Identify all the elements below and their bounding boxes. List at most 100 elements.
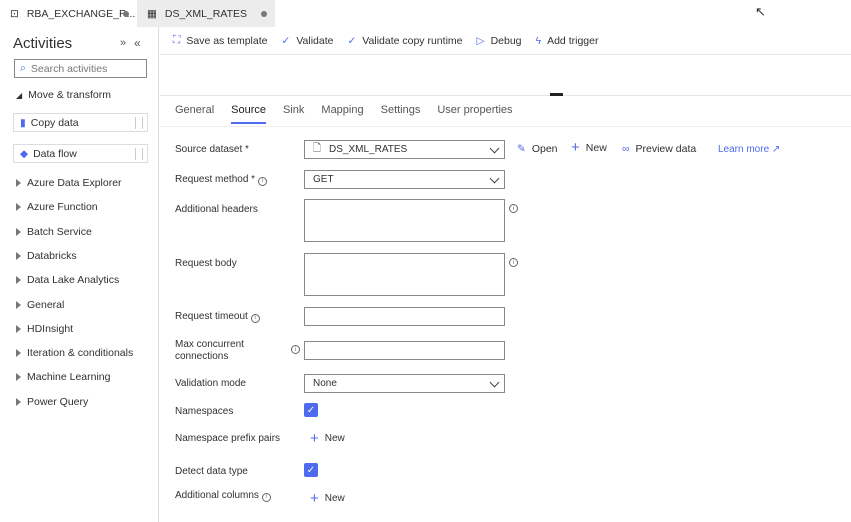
collapsed-icon [16, 373, 21, 382]
namespaces-label: Namespaces [175, 406, 234, 417]
property-tabs: General Source Sink Mapping Settings Use… [175, 104, 513, 124]
section-move-transform[interactable]: ◢ Move & transform [16, 89, 111, 101]
expanded-icon: ◢ [16, 90, 23, 100]
collapsed-icon [16, 300, 21, 309]
collapsed-icon [16, 251, 21, 260]
collapse-sidebar-icon[interactable]: « [134, 36, 141, 50]
detect-data-type-label: Detect data type [175, 466, 248, 477]
additional-headers-label: Additional headers [175, 204, 258, 215]
sidebar-item[interactable]: Batch Service [16, 226, 92, 238]
tab-dataset[interactable]: ▦ DS_XML_RATES [137, 0, 275, 27]
plus-icon: + [310, 429, 319, 447]
collapsed-icon [16, 179, 21, 187]
validate-button[interactable]: ✓ Validate [282, 35, 334, 47]
validation-mode-select[interactable]: None [304, 374, 505, 393]
ns-prefix-new-button[interactable]: + New [310, 429, 345, 447]
collapsed-icon [16, 203, 21, 212]
table-icon: ▦ [147, 7, 157, 20]
chevron-down-icon [489, 143, 500, 154]
sidebar-title: Activities [13, 35, 73, 52]
play-icon: ▷ [476, 34, 485, 47]
source-dataset-select[interactable]: 🗋 DS_XML_RATES [304, 140, 505, 159]
unsaved-dot [261, 11, 267, 17]
pipeline-icon: ⊡ [10, 7, 19, 20]
validate-copy-runtime-button[interactable]: ✓ Validate copy runtime [347, 35, 462, 47]
mouse-cursor: ↖ [755, 4, 766, 19]
sidebar-item[interactable]: Power Query [16, 396, 88, 408]
tab-sink[interactable]: Sink [283, 104, 304, 124]
check-icon: ✓ [347, 34, 357, 47]
activities-sidebar: Activities » « ⌕ Search activities ◢ Move … [0, 27, 159, 522]
template-icon: ⛶ [173, 34, 181, 46]
tab-pipeline[interactable]: ⊡ RBA_EXCHANGE_R... [0, 0, 137, 27]
namespace-prefix-label: Namespace prefix pairs [175, 433, 281, 444]
sidebar-item[interactable]: General [16, 299, 64, 311]
collapsed-icon [16, 276, 21, 285]
sidebar-item[interactable]: Data Lake Analytics [16, 274, 119, 286]
tab-user-properties[interactable]: User properties [437, 104, 512, 124]
save-as-template-button[interactable]: ⛶ Save as template [173, 34, 268, 47]
collapsed-icon [16, 227, 21, 236]
tabs-divider [160, 126, 851, 127]
tab-mapping[interactable]: Mapping [321, 104, 363, 124]
drag-handle[interactable] [135, 117, 143, 129]
tab-source[interactable]: Source [231, 104, 266, 124]
check-icon: ✓ [281, 34, 291, 47]
external-link-icon: ↗ [771, 144, 781, 155]
sidebar-item[interactable]: HDInsight [16, 323, 73, 335]
request-timeout-label: Request timeout i [175, 311, 260, 323]
collapsed-icon [16, 349, 21, 358]
collapse-all-icon[interactable]: » [120, 37, 126, 49]
activity-data-flow[interactable]: ◆ Data flow [13, 144, 148, 163]
pencil-icon: ✎ [517, 143, 526, 155]
validation-mode-label: Validation mode [175, 378, 246, 389]
search-input[interactable]: ⌕ Search activities [14, 59, 147, 78]
info-icon: i [509, 204, 518, 213]
unsaved-dot [123, 11, 129, 17]
trigger-icon: ϟ [535, 34, 542, 47]
file-icon: 🗋 [313, 143, 322, 154]
glasses-icon: ∞ [622, 143, 630, 155]
collapsed-icon [16, 324, 21, 333]
request-method-label: Request method * i [175, 174, 267, 186]
info-icon: i [250, 313, 260, 323]
additional-columns-new-button[interactable]: + New [310, 491, 345, 506]
request-timeout-input[interactable] [304, 307, 505, 326]
request-body-textarea[interactable] [304, 253, 505, 296]
sidebar-item[interactable]: Iteration & conditionals [16, 347, 133, 359]
info-icon: i [509, 258, 518, 267]
source-dataset-label: Source dataset * [175, 144, 249, 155]
sidebar-item[interactable]: Azure Data Explorer [16, 177, 122, 189]
max-concurrent-input[interactable] [304, 341, 505, 360]
additional-headers-textarea[interactable] [304, 199, 505, 242]
namespaces-checkbox[interactable]: ✓ [304, 403, 318, 417]
data-flow-icon: ◆ [20, 147, 29, 160]
preview-data-button[interactable]: ∞ Preview data [622, 143, 696, 155]
activity-copy-data[interactable]: ▮ Copy data [13, 113, 148, 132]
sidebar-item[interactable]: Databricks [16, 250, 77, 262]
request-method-select[interactable]: GET [304, 170, 505, 189]
resize-handle[interactable] [550, 93, 563, 96]
info-icon: i [291, 345, 300, 354]
detect-data-type-checkbox[interactable]: ✓ [304, 463, 318, 477]
tab-general[interactable]: General [175, 104, 214, 124]
toolbar: ⛶ Save as template ✓ Validate ✓ Validate co… [160, 27, 851, 55]
info-icon: i [261, 492, 271, 502]
learn-more-link[interactable]: Learn more ↗ [718, 144, 780, 155]
canvas-divider [160, 95, 851, 96]
drag-handle[interactable] [135, 148, 143, 160]
tab-settings[interactable]: Settings [381, 104, 421, 124]
add-trigger-button[interactable]: ϟ Add trigger [536, 35, 599, 47]
new-dataset-button[interactable]: + New [571, 139, 607, 156]
sidebar-item[interactable]: Azure Function [16, 201, 98, 213]
tab-bar: ⊡ RBA_EXCHANGE_R... ▦ DS_XML_RATES [0, 0, 851, 27]
request-body-label: Request body [175, 258, 237, 269]
open-button[interactable]: ✎ Open [517, 143, 558, 155]
collapsed-icon [16, 397, 21, 406]
copy-data-icon: ▮ [20, 116, 26, 129]
max-concurrent-label: Max concurrent connections [175, 339, 244, 362]
chevron-down-icon [489, 173, 500, 184]
plus-icon: + [571, 139, 580, 156]
debug-button[interactable]: ▷ Debug [477, 35, 522, 47]
sidebar-item[interactable]: Machine Learning [16, 371, 110, 383]
